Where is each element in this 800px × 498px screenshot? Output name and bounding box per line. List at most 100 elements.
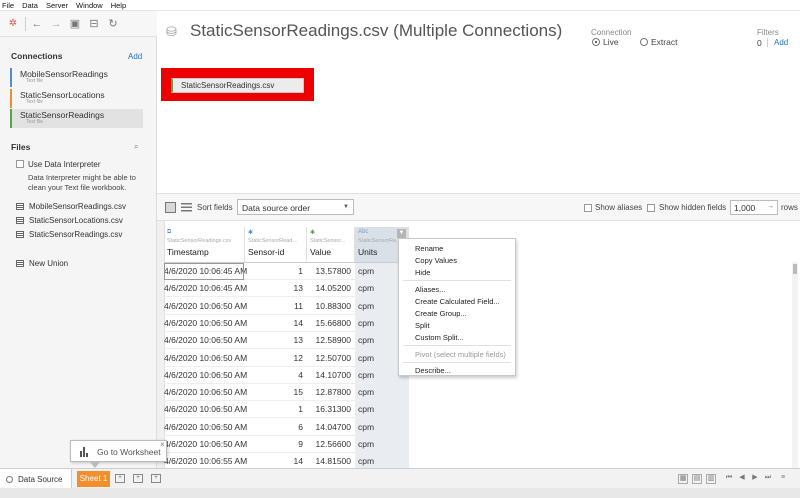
cell-sensor-id[interactable]: 6 xyxy=(245,419,307,436)
menu-help[interactable]: Help xyxy=(111,1,126,10)
cell-value[interactable]: 12.87800 xyxy=(307,384,355,402)
menu-item-describe[interactable]: Describe... xyxy=(415,366,451,375)
cell-timestamp[interactable]: 4/6/2020 10:06:50 AM xyxy=(164,315,247,332)
connection-item-static-sensor-locations[interactable]: StaticSensorLocations Text file xyxy=(10,89,143,108)
cell-timestamp[interactable]: 4/6/2020 10:06:50 AM xyxy=(164,419,247,436)
new-worksheet-icon[interactable]: + xyxy=(115,474,125,483)
menu-item-create-group[interactable]: Create Group... xyxy=(415,309,467,318)
use-data-interpreter-checkbox[interactable] xyxy=(16,160,24,168)
menu-item-aliases[interactable]: Aliases... xyxy=(415,285,445,294)
cell-timestamp[interactable]: 4/6/2020 10:06:50 AM xyxy=(164,436,247,453)
arrow-right-icon[interactable]: → xyxy=(767,203,774,210)
data-source-title[interactable]: StaticSensorReadings.csv (Multiple Conne… xyxy=(190,21,562,41)
new-dashboard-icon[interactable]: + xyxy=(133,474,143,483)
cell-value[interactable]: 14.10700 xyxy=(307,367,355,384)
show-aliases-checkbox[interactable] xyxy=(584,204,592,212)
file-item-static-sensor-locations[interactable]: StaticSensorLocations.csv xyxy=(16,216,123,225)
cell-sensor-id[interactable]: 13 xyxy=(245,332,307,350)
menu-item-split[interactable]: Split xyxy=(415,321,430,330)
cell-sensor-id[interactable]: 15 xyxy=(245,384,307,402)
cell-sensor-id[interactable]: 13 xyxy=(245,280,307,298)
menu-item-rename[interactable]: Rename xyxy=(415,244,443,253)
cell-value[interactable]: 14.05200 xyxy=(307,280,355,298)
column-header-value[interactable]: ✱ StaticSensor... Value xyxy=(307,227,355,263)
cell-value[interactable]: 15.66800 xyxy=(307,315,355,332)
cell-value[interactable]: 12.50700 xyxy=(307,350,355,367)
sort-sheets-icon[interactable]: ▦ xyxy=(678,474,688,484)
cell-units[interactable]: cpm xyxy=(355,419,409,436)
close-icon[interactable]: × xyxy=(160,440,165,449)
grid-view-icon[interactable] xyxy=(165,202,176,213)
cell-sensor-id[interactable]: 1 xyxy=(245,401,307,419)
cell-sensor-id[interactable]: 9 xyxy=(245,436,307,453)
cell-units[interactable]: cpm xyxy=(355,401,409,419)
cell-value[interactable]: 16.31300 xyxy=(307,401,355,419)
cell-timestamp[interactable]: 4/6/2020 10:06:45 AM xyxy=(164,280,247,298)
cell-value[interactable]: 12.56600 xyxy=(307,436,355,453)
tab-sheet-1[interactable]: Sheet 1 xyxy=(77,471,110,487)
search-icon[interactable]: ⌕ xyxy=(134,142,138,152)
add-filter-link[interactable]: Add xyxy=(774,38,788,47)
cell-value[interactable]: 10.88300 xyxy=(307,298,355,315)
show-hidden-fields-checkbox[interactable] xyxy=(647,204,655,212)
scrollbar-thumb[interactable] xyxy=(793,264,797,274)
tableau-logo-icon[interactable]: ✲ xyxy=(6,17,20,31)
show-tabs-icon[interactable]: ▥ xyxy=(706,474,716,484)
cell-sensor-id[interactable]: 12 xyxy=(245,350,307,367)
live-radio[interactable] xyxy=(592,38,600,46)
cell-units[interactable]: cpm xyxy=(355,436,409,453)
cell-sensor-id[interactable]: 1 xyxy=(245,263,307,280)
add-connection-link[interactable]: Add xyxy=(128,52,142,61)
menu-window[interactable]: Window xyxy=(76,1,103,10)
cell-sensor-id[interactable]: 14 xyxy=(245,315,307,332)
connection-item-mobile-sensor-readings[interactable]: MobileSensorReadings Text file xyxy=(10,68,143,87)
file-item-static-sensor-readings[interactable]: StaticSensorReadings.csv xyxy=(16,230,122,239)
cell-sensor-id[interactable]: 11 xyxy=(245,298,307,315)
cell-sensor-id[interactable]: 4 xyxy=(245,367,307,384)
cell-value[interactable]: 14.04700 xyxy=(307,419,355,436)
cell-value[interactable]: 12.58900 xyxy=(307,332,355,350)
rows-input[interactable]: 1,000 → xyxy=(730,200,778,215)
cell-timestamp[interactable]: 4/6/2020 10:06:50 AM xyxy=(164,401,247,419)
extract-radio[interactable] xyxy=(640,38,648,46)
list-view-icon[interactable] xyxy=(181,202,192,213)
menu-data[interactable]: Data xyxy=(22,1,38,10)
column-header-timestamp[interactable]: ⧉ StaticSensorReadings.csv Timestamp xyxy=(164,227,245,263)
show-aliases-label: Show aliases xyxy=(595,203,643,212)
connection-item-static-sensor-readings[interactable]: StaticSensorReadings Text file xyxy=(10,109,143,128)
column-header-sensor-id[interactable]: ✱ StaticSensorRead... Sensor-id xyxy=(245,227,307,263)
menu-item-copy-values[interactable]: Copy Values xyxy=(415,256,457,265)
cell-timestamp[interactable]: 4/6/2020 10:06:50 AM xyxy=(164,384,247,402)
next-sheet-icon[interactable]: ▶ xyxy=(750,474,760,484)
prev-sheet-icon[interactable]: ◀ xyxy=(737,474,747,484)
menu-file[interactable]: File xyxy=(2,1,14,10)
tab-data-source[interactable]: Data Source xyxy=(0,469,72,489)
show-filmstrip-icon[interactable]: ▤ xyxy=(692,474,702,484)
vertical-scrollbar[interactable] xyxy=(792,262,798,468)
cell-timestamp[interactable]: 4/6/2020 10:06:50 AM xyxy=(164,298,247,315)
cell-timestamp[interactable]: 4/6/2020 10:06:50 AM xyxy=(164,350,247,367)
more-icon[interactable]: ≡ xyxy=(778,474,788,484)
menu-item-hide[interactable]: Hide xyxy=(415,268,430,277)
first-sheet-icon[interactable]: ⏮ xyxy=(724,474,734,484)
cell-units[interactable]: cpm xyxy=(355,384,409,402)
column-menu-chevron-icon[interactable]: ▼ xyxy=(397,229,406,238)
cell-timestamp[interactable]: 4/6/2020 10:06:50 AM xyxy=(164,332,247,350)
cell-timestamp[interactable]: 4/6/2020 10:06:50 AM xyxy=(164,367,247,384)
table-pill-static-sensor-readings[interactable]: StaticSensorReadings.csv xyxy=(171,78,304,93)
new-union-item[interactable]: New Union xyxy=(16,259,68,268)
go-to-worksheet-tooltip[interactable]: Go to Worksheet × xyxy=(70,440,167,468)
new-data-source-icon[interactable]: ⊟ xyxy=(87,17,101,31)
menu-item-custom-split[interactable]: Custom Split... xyxy=(415,333,464,342)
save-icon[interactable]: ▣ xyxy=(68,17,82,31)
refresh-icon[interactable]: ↻ xyxy=(106,17,120,31)
file-item-mobile-sensor-readings[interactable]: MobileSensorReadings.csv xyxy=(16,202,126,211)
menu-server[interactable]: Server xyxy=(46,1,68,10)
sort-fields-select[interactable]: Data source order ▼ xyxy=(237,199,354,215)
back-arrow-icon[interactable]: ← xyxy=(30,17,44,31)
menu-item-create-calculated-field[interactable]: Create Calculated Field... xyxy=(415,297,500,306)
forward-arrow-icon[interactable]: → xyxy=(49,17,63,31)
last-sheet-icon[interactable]: ⏭ xyxy=(763,474,773,484)
cell-value[interactable]: 13.57800 xyxy=(307,263,355,280)
new-story-icon[interactable]: + xyxy=(151,474,161,483)
